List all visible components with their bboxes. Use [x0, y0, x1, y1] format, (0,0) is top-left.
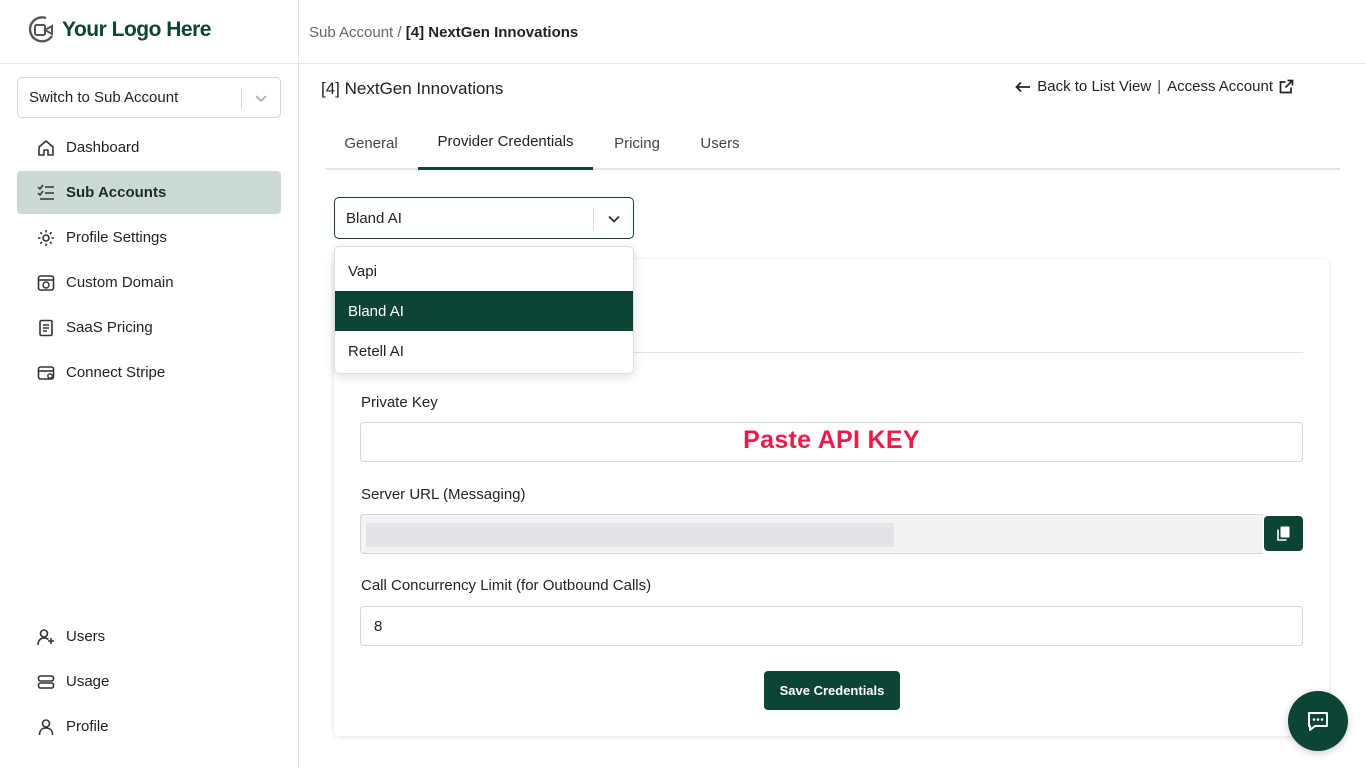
tab-provider-credentials[interactable]: Provider Credentials: [418, 116, 593, 170]
server-url-label: Server URL (Messaging): [361, 486, 526, 503]
private-key-input[interactable]: Paste API KEY: [360, 422, 1303, 462]
provider-dropdown-menu: Vapi Bland AI Retell AI: [334, 246, 634, 374]
switch-sub-account-select[interactable]: Switch to Sub Account: [17, 77, 281, 118]
sidebar-item-profile[interactable]: Profile: [17, 705, 281, 748]
select-divider: [593, 208, 594, 230]
gear-icon: [38, 229, 54, 246]
server-url-input[interactable]: [360, 514, 1263, 554]
sidebar-item-label: Users: [66, 628, 106, 645]
tab-general[interactable]: General: [325, 116, 417, 170]
provider-option-bland-ai[interactable]: Bland AI: [335, 291, 633, 331]
logo[interactable]: Your Logo Here: [26, 14, 211, 46]
receipt-icon: [39, 319, 53, 336]
tab-pricing[interactable]: Pricing: [593, 116, 681, 170]
sidebar-divider: [0, 63, 299, 64]
domain-icon: [37, 274, 55, 291]
user-icon: [38, 718, 54, 735]
sidebar-item-label: Dashboard: [66, 139, 140, 156]
save-credentials-button[interactable]: Save Credentials: [764, 671, 900, 710]
private-key-label: Private Key: [361, 394, 438, 411]
sidebar-item-label: Connect Stripe: [66, 364, 166, 381]
concurrency-limit-label: Call Concurrency Limit (for Outbound Cal…: [361, 577, 652, 594]
sidebar-item-dashboard[interactable]: Dashboard: [17, 126, 281, 169]
sidebar-item-label: SaaS Pricing: [66, 319, 153, 336]
sidebar-item-label: Usage: [66, 673, 110, 690]
provider-option-retell-ai[interactable]: Retell AI: [335, 331, 633, 371]
chevron-down-icon: [608, 215, 620, 223]
sidebar-item-usage[interactable]: Usage: [17, 660, 281, 703]
chat-button[interactable]: [1288, 691, 1348, 751]
chevron-down-icon: [255, 95, 267, 103]
provider-option-vapi[interactable]: Vapi: [335, 251, 633, 291]
breadcrumb: Sub Account / [4] NextGen Innovations: [309, 24, 578, 41]
wallet-icon: [37, 365, 55, 380]
concurrency-limit-input[interactable]: 8: [360, 606, 1303, 646]
tab-bar: General Provider Credentials Pricing Use…: [325, 116, 1340, 170]
actions-separator: |: [1157, 78, 1162, 95]
server-icon: [37, 674, 55, 689]
sidebar-item-custom-domain[interactable]: Custom Domain: [17, 261, 281, 304]
arrow-left-icon: [1015, 81, 1031, 92]
sidebar-item-profile-settings[interactable]: Profile Settings: [17, 216, 281, 259]
sidebar-item-label: Profile Settings: [66, 229, 167, 246]
sidebar-item-connect-stripe[interactable]: Connect Stripe: [17, 351, 281, 394]
chat-icon: [1308, 712, 1328, 731]
breadcrumb-current: [4] NextGen Innovations: [405, 24, 579, 41]
back-to-list-link[interactable]: Back to List View: [1037, 78, 1151, 95]
tab-users[interactable]: Users: [681, 116, 759, 170]
copy-url-button[interactable]: [1264, 516, 1303, 551]
sidebar-item-label: Custom Domain: [66, 274, 174, 291]
breadcrumb-parent[interactable]: Sub Account /: [309, 24, 402, 41]
paste-api-key-hint: Paste API KEY: [743, 426, 920, 454]
sidebar-item-saas-pricing[interactable]: SaaS Pricing: [17, 306, 281, 349]
switch-sub-account-label: Switch to Sub Account: [29, 89, 179, 106]
redacted-url: [366, 523, 894, 547]
copy-icon: [1277, 526, 1290, 541]
sidebar: Your Logo Here Switch to Sub Account Das…: [0, 0, 299, 768]
external-link-icon[interactable]: [1279, 79, 1294, 94]
checklist-icon: [37, 184, 54, 200]
logo-text: Your Logo Here: [62, 18, 211, 41]
sidebar-item-users[interactable]: Users: [17, 615, 281, 658]
user-plus-icon: [37, 628, 54, 645]
sidebar-item-label: Profile: [66, 718, 109, 735]
logo-icon: [28, 16, 53, 43]
select-divider: [241, 88, 242, 109]
concurrency-limit-value: 8: [374, 617, 383, 635]
provider-select-value: Bland AI: [346, 209, 402, 227]
page-actions: Back to List View | Access Account: [1015, 78, 1294, 95]
sidebar-item-sub-accounts[interactable]: Sub Accounts: [17, 171, 281, 214]
page-title: [4] NextGen Innovations: [321, 79, 504, 98]
provider-select[interactable]: Bland AI: [334, 197, 634, 239]
access-account-link[interactable]: Access Account: [1167, 78, 1273, 95]
top-bar: Sub Account / [4] NextGen Innovations: [299, 0, 1366, 64]
sidebar-item-label: Sub Accounts: [66, 184, 167, 201]
home-icon: [38, 139, 54, 156]
